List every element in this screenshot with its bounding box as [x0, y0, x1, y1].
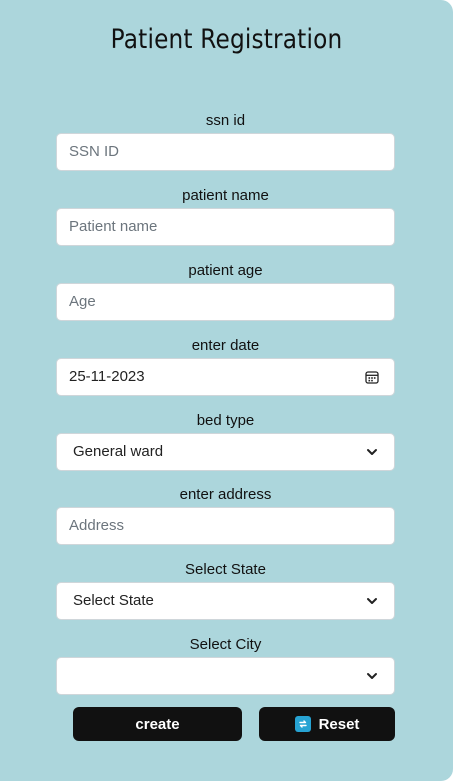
chevron-down-icon: [367, 449, 377, 455]
address-placeholder: Address: [69, 517, 125, 534]
registration-card: Patient Registration ssn id SSN ID patie…: [0, 0, 453, 781]
bed-type-label: bed type: [196, 412, 255, 429]
chevron-down-icon: [367, 598, 377, 604]
age-input[interactable]: Age: [56, 283, 395, 321]
date-input[interactable]: 25-11-2023: [56, 358, 395, 396]
patient-name-label: patient name: [182, 187, 269, 204]
address-label: enter address: [179, 486, 272, 503]
patient-name-placeholder: Patient name: [69, 218, 158, 235]
calendar-icon[interactable]: [364, 369, 380, 385]
state-value: Select State: [73, 592, 154, 609]
ssn-label: ssn id: [205, 112, 246, 129]
date-label: enter date: [191, 337, 260, 354]
city-select[interactable]: [56, 657, 395, 695]
date-value: 25-11-2023: [69, 368, 145, 385]
bed-type-field-group: bed type General ward: [56, 411, 395, 471]
state-field-group: Select State Select State: [56, 560, 395, 620]
city-field-group: Select City: [56, 635, 395, 695]
ssn-placeholder: SSN ID: [69, 143, 120, 160]
create-button-label: create: [135, 715, 180, 733]
state-label: Select State: [185, 561, 266, 578]
ssn-input[interactable]: SSN ID: [56, 133, 395, 171]
chevron-down-icon: [367, 673, 377, 679]
reset-button-label: Reset: [318, 715, 360, 733]
reset-icon: [294, 716, 311, 732]
reset-button[interactable]: Reset: [259, 707, 395, 741]
page-title: Patient Registration: [110, 24, 343, 55]
create-button[interactable]: create: [73, 707, 242, 741]
patient-age-label: patient age: [188, 262, 263, 279]
bed-type-select[interactable]: General ward: [56, 433, 395, 471]
age-placeholder: Age: [69, 293, 96, 310]
date-field-group: enter date 25-11-2023: [56, 336, 395, 396]
bed-type-value: General ward: [73, 443, 164, 460]
city-label: Select City: [189, 636, 262, 653]
address-input[interactable]: Address: [56, 507, 395, 545]
ssn-field-group: ssn id SSN ID: [56, 111, 395, 171]
patient-name-input[interactable]: Patient name: [56, 208, 395, 246]
patient-name-field-group: patient name Patient name: [56, 186, 395, 246]
address-field-group: enter address Address: [56, 485, 395, 545]
state-select[interactable]: Select State: [56, 582, 395, 620]
patient-age-field-group: patient age Age: [56, 261, 395, 321]
